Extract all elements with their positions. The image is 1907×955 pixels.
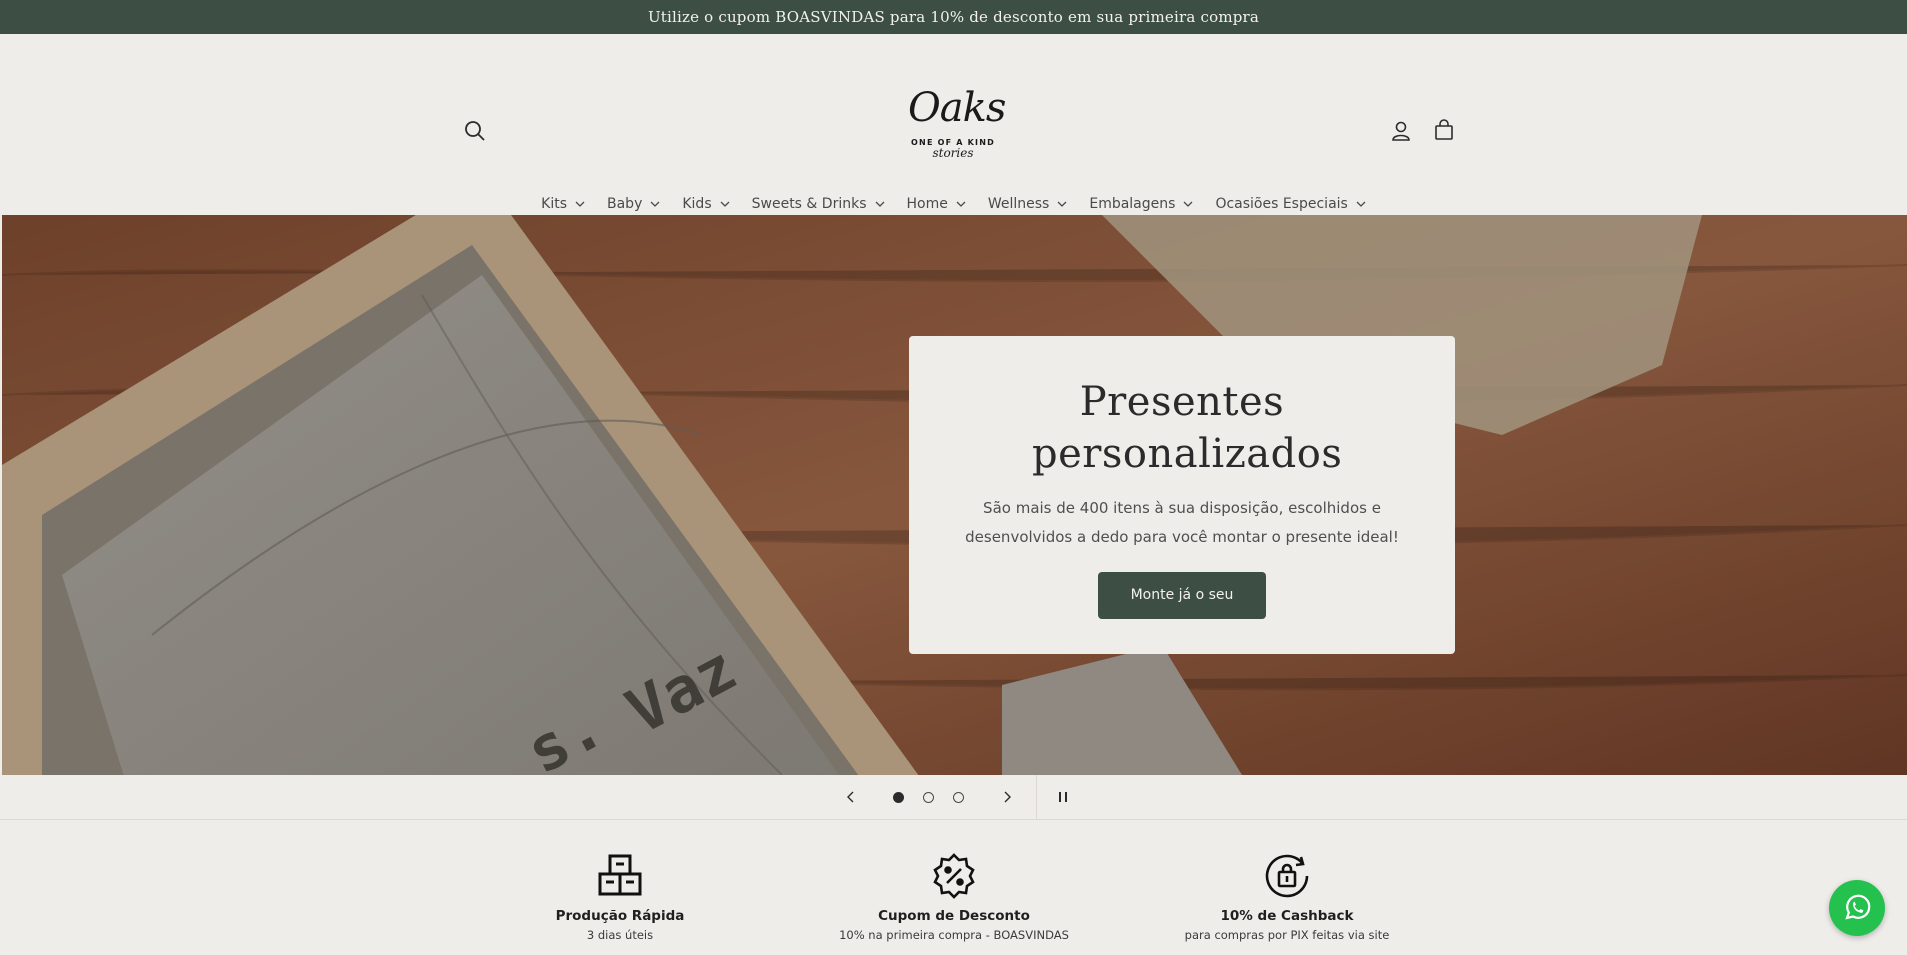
nav-item-baby[interactable]: Baby: [596, 196, 671, 212]
nav-item-label: Ocasiões Especiais: [1215, 196, 1348, 212]
hero-content-card: Presentes personalizados São mais de 400…: [909, 336, 1455, 654]
announcement-bar: Utilize o cupom BOASVINDAS para 10% de d…: [0, 0, 1907, 34]
boxes-icon: [598, 854, 642, 896]
feature-title: Cupom de Desconto: [878, 908, 1030, 924]
feature-discount-coupon: Cupom de Desconto 10% na primeira compra…: [824, 852, 1084, 942]
chevron-down-icon: [575, 201, 585, 207]
feature-title: Produção Rápida: [555, 908, 685, 924]
pause-icon[interactable]: [1055, 789, 1071, 805]
nav-item-label: Wellness: [987, 196, 1050, 212]
nav-item-label: Baby: [607, 196, 643, 212]
nav-item-sweets-drinks[interactable]: Sweets & Drinks: [741, 196, 896, 212]
hero-title: Presentes personalizados: [1032, 379, 1343, 477]
main-nav: Kits Baby Kids Sweets & Drinks Home Well…: [0, 196, 1907, 212]
hero-subtitle: São mais de 400 itens à sua disposição, …: [965, 499, 1399, 546]
hero-slideshow: Vaz s. Presentes personalizados São mais…: [2, 215, 1907, 775]
slideshow-controls: [0, 775, 1907, 820]
chevron-right-icon[interactable]: [999, 789, 1015, 805]
nav-item-label: Sweets & Drinks: [751, 196, 867, 212]
chevron-down-icon: [1183, 201, 1193, 207]
nav-item-label: Home: [906, 196, 948, 212]
chevron-down-icon: [650, 201, 660, 207]
chevron-down-icon: [956, 201, 966, 207]
header-top: Oaks ONE OF A KIND stories: [0, 34, 1907, 162]
nav-item-ocasioes-especiais[interactable]: Ocasiões Especiais: [1204, 196, 1376, 212]
chevron-left-icon[interactable]: [843, 789, 859, 805]
logo-wordmark: Oaks: [908, 85, 1006, 131]
discount-badge-icon: [933, 853, 975, 899]
nav-item-label: Embalagens: [1089, 196, 1176, 212]
feature-title: 10% de Cashback: [1220, 908, 1354, 924]
chevron-down-icon: [1356, 201, 1366, 207]
feature-subtitle: 10% na primeira compra - BOASVINDAS: [839, 928, 1069, 942]
chevron-down-icon: [1057, 201, 1067, 207]
whatsapp-icon: [1845, 894, 1871, 920]
slide-dot-3[interactable]: [953, 792, 964, 803]
logo-subtext: stories: [932, 146, 974, 160]
slide-dot-2[interactable]: [923, 792, 934, 803]
divider: [1036, 775, 1037, 820]
user-icon[interactable]: [1388, 118, 1414, 144]
feature-subtitle: para compras por PIX feitas via site: [1184, 928, 1390, 942]
nav-item-wellness[interactable]: Wellness: [977, 196, 1079, 212]
feature-fast-production: Produção Rápida 3 dias úteis: [490, 852, 750, 942]
features-row: Produção Rápida 3 dias úteis Cupom de De…: [0, 820, 1907, 955]
nav-item-kits[interactable]: Kits: [530, 196, 596, 212]
site-header: Oaks ONE OF A KIND stories Kits Baby Kid…: [0, 34, 1907, 215]
hero-cta-button[interactable]: Monte já o seu: [1098, 572, 1266, 619]
feature-subtitle: 3 dias úteis: [586, 928, 654, 942]
cart-icon[interactable]: [1431, 118, 1457, 144]
chevron-down-icon: [875, 201, 884, 207]
slide-dot-1[interactable]: [893, 792, 904, 803]
cashback-bag-icon: [1265, 854, 1309, 898]
chevron-down-icon: [720, 201, 730, 207]
nav-item-kids[interactable]: Kids: [671, 196, 740, 212]
whatsapp-button[interactable]: [1829, 880, 1885, 936]
feature-cashback: 10% de Cashback para compras por PIX fei…: [1157, 852, 1417, 942]
nav-item-label: Kits: [541, 196, 567, 212]
nav-item-home[interactable]: Home: [896, 196, 977, 212]
announcement-text: Utilize o cupom BOASVINDAS para 10% de d…: [647, 8, 1260, 26]
nav-item-label: Kids: [682, 196, 712, 212]
search-icon[interactable]: [462, 118, 488, 144]
nav-item-embalagens[interactable]: Embalagens: [1078, 196, 1204, 212]
logo[interactable]: Oaks ONE OF A KIND stories: [908, 85, 1006, 178]
